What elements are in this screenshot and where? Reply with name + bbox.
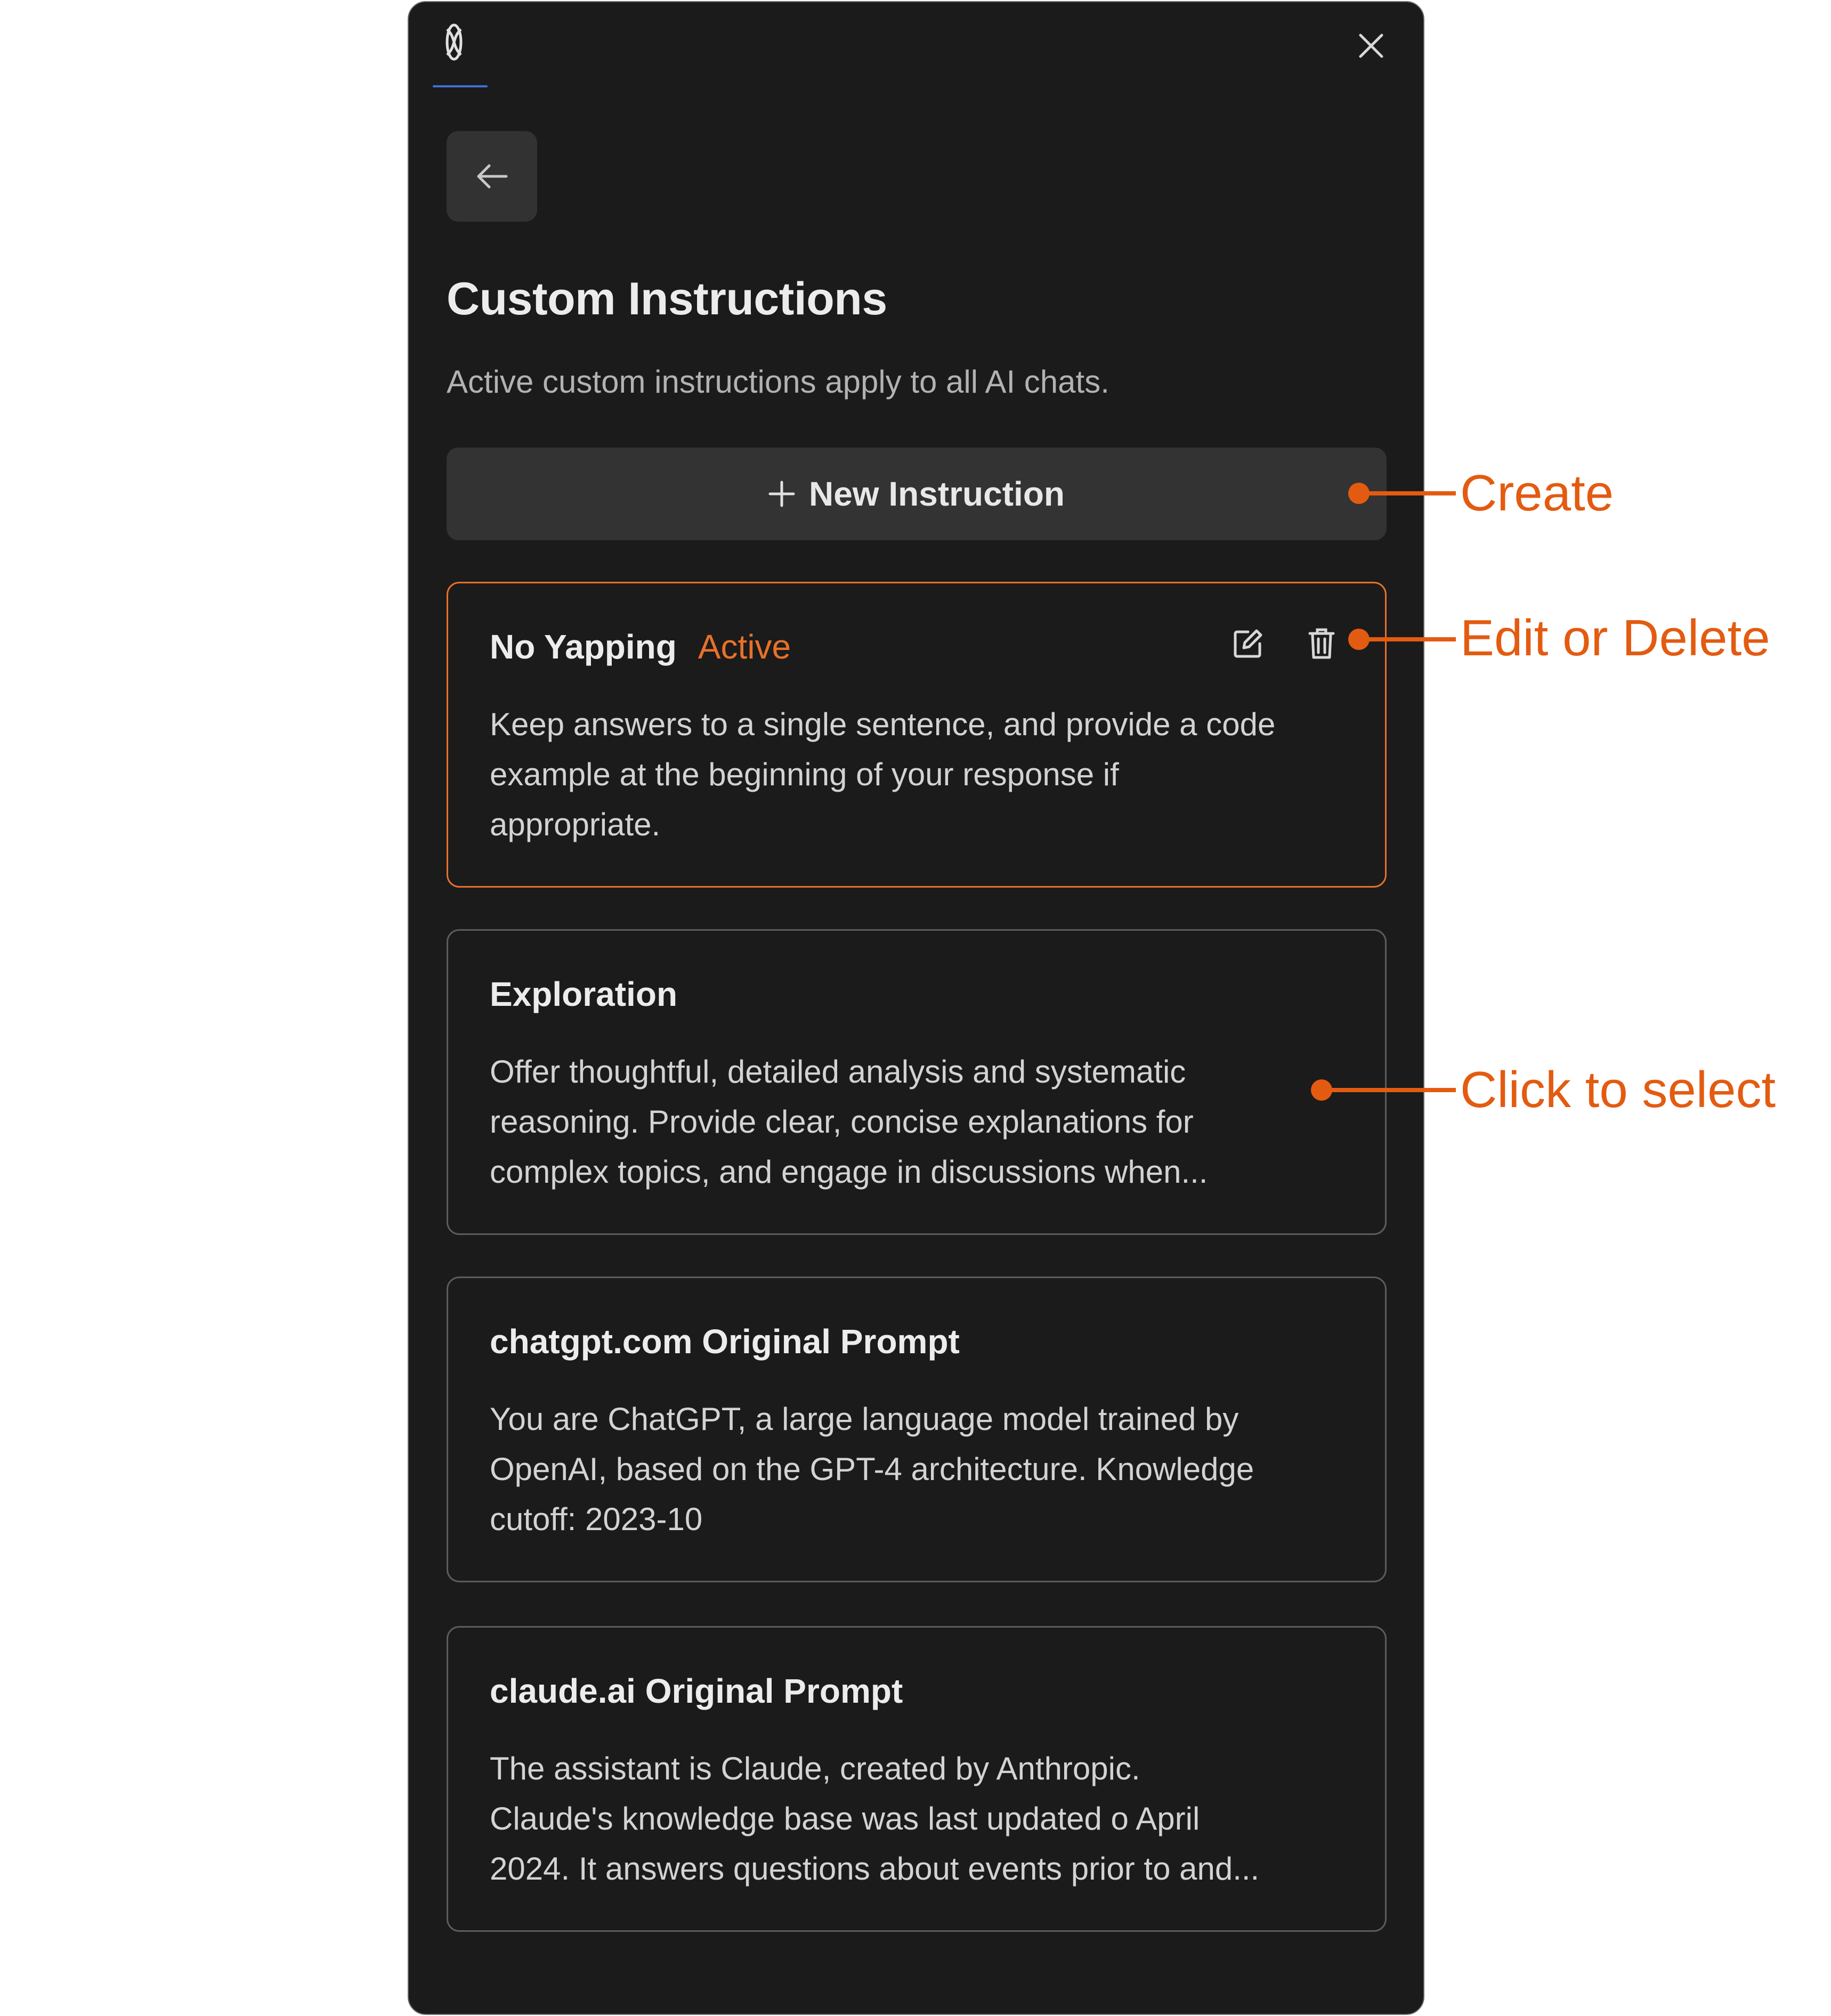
instruction-text: You are ChatGPT, a large language model … (490, 1401, 1254, 1537)
back-button[interactable] (447, 131, 537, 222)
active-badge: Active (698, 628, 791, 666)
card-actions (1230, 626, 1339, 661)
instruction-card-chatgpt[interactable]: chatgpt.com Original Prompt You are Chat… (447, 1277, 1387, 1582)
extension-logo-icon[interactable] (433, 21, 475, 63)
annotation-line-edit-delete (1359, 637, 1456, 641)
instruction-title: chatgpt.com Original Prompt (490, 1322, 960, 1361)
close-icon[interactable] (1353, 28, 1389, 64)
annotation-create: Create (1460, 465, 1614, 522)
annotation-click-to-select: Click to select (1460, 1061, 1776, 1118)
instruction-title: Exploration (490, 975, 678, 1013)
arrow-left-icon (477, 164, 508, 189)
annotation-edit-or-delete: Edit or Delete (1460, 609, 1770, 666)
annotation-line-create (1359, 491, 1456, 495)
instruction-title: No Yapping (490, 628, 677, 666)
instruction-card-exploration[interactable]: Exploration Offer thoughtful, detailed a… (447, 929, 1387, 1235)
custom-instructions-panel: Custom Instructions Active custom instru… (408, 1, 1424, 2015)
page-subtitle: Active custom instructions apply to all … (447, 364, 1109, 400)
new-instruction-button[interactable]: New Instruction (447, 448, 1387, 540)
instruction-card-claude[interactable]: claude.ai Original Prompt The assistant … (447, 1626, 1387, 1932)
active-tab-indicator (433, 85, 488, 87)
instruction-title: claude.ai Original Prompt (490, 1672, 903, 1710)
edit-icon[interactable] (1230, 626, 1266, 661)
trash-icon[interactable] (1304, 626, 1339, 661)
instruction-text: The assistant is Claude, created by Anth… (490, 1751, 1260, 1887)
annotation-line-select (1322, 1088, 1456, 1092)
instruction-text: Keep answers to a single sentence, and p… (490, 706, 1276, 842)
instruction-text: Offer thoughtful, detailed analysis and … (490, 1054, 1208, 1190)
instruction-card-no-yapping[interactable]: No Yapping Active Keep answers to a sing… (447, 582, 1387, 888)
plus-icon (768, 481, 795, 507)
new-instruction-label: New Instruction (808, 475, 1065, 513)
page-title: Custom Instructions (447, 273, 887, 324)
